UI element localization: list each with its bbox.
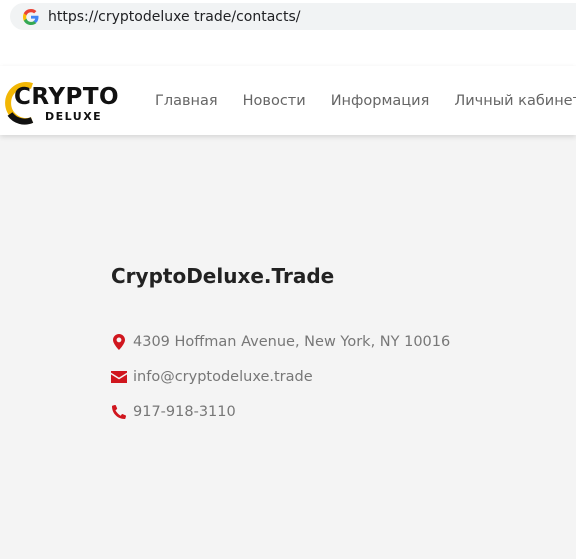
contact-address: 4309 Hoffman Avenue, New York, NY 10016: [133, 333, 451, 350]
company-name: CryptoDeluxe.Trade: [111, 264, 335, 288]
envelope-icon: [111, 369, 127, 385]
nav-item-info[interactable]: Информация: [331, 93, 430, 109]
contact-phone-row: 917-918-3110: [111, 394, 450, 429]
phone-icon: [111, 404, 127, 420]
url-text[interactable]: https://cryptodeluxe trade/contacts/: [48, 9, 301, 25]
logo-text-deluxe: DELUXE: [45, 110, 103, 123]
main-nav: Главная Новости Информация Личный кабине…: [155, 66, 576, 135]
address-bar[interactable]: https://cryptodeluxe trade/contacts/: [10, 3, 576, 30]
nav-item-account[interactable]: Личный кабинет: [454, 93, 576, 109]
nav-item-home[interactable]: Главная: [155, 93, 218, 109]
map-marker-icon: [111, 333, 127, 350]
contact-address-row: 4309 Hoffman Avenue, New York, NY 10016: [111, 324, 450, 359]
browser-toolbar: https://cryptodeluxe trade/contacts/: [0, 0, 576, 67]
contact-email[interactable]: info@cryptodeluxe.trade: [133, 369, 313, 385]
contact-email-row: info@cryptodeluxe.trade: [111, 359, 450, 394]
site-logo[interactable]: CRYPTO DELUXE: [0, 74, 119, 128]
google-icon: [22, 8, 40, 26]
site-header: CRYPTO DELUXE Главная Новости Информация…: [0, 66, 576, 135]
contact-phone[interactable]: 917-918-3110: [133, 404, 236, 420]
contacts-section: CryptoDeluxe.Trade 4309 Hoffman Avenue, …: [111, 264, 450, 429]
nav-item-news[interactable]: Новости: [243, 93, 306, 109]
logo-text-crypto: CRYPTO: [14, 84, 120, 110]
